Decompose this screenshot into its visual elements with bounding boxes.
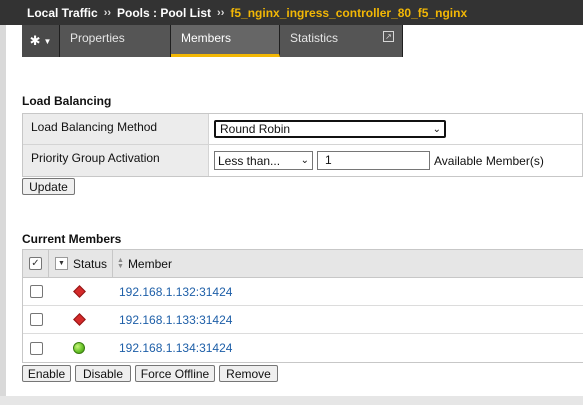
priority-group-select[interactable]: Less than... ⌄ bbox=[214, 151, 313, 170]
table-row: 192.168.1.134:31424 bbox=[23, 334, 583, 362]
chevron-down-icon: ⌄ bbox=[432, 123, 441, 135]
row-checkbox[interactable] bbox=[29, 341, 43, 355]
lb-method-select[interactable]: Round Robin ⌄ bbox=[214, 120, 446, 138]
offline-status-icon bbox=[72, 313, 86, 326]
tab-statistics[interactable]: Statistics ↗ bbox=[280, 25, 403, 57]
left-edge-strip bbox=[0, 25, 6, 405]
tab-properties[interactable]: Properties bbox=[60, 25, 171, 57]
breadcrumb-separator: ›› bbox=[103, 6, 112, 19]
disable-button[interactable]: Disable bbox=[75, 365, 131, 382]
tab-members[interactable]: Members bbox=[171, 25, 280, 57]
caret-down-icon: ▼ bbox=[43, 36, 52, 46]
member-actions: Enable Disable Force Offline Remove bbox=[22, 365, 278, 382]
status-column-header[interactable]: ▼ Status bbox=[49, 250, 113, 277]
header-select-cell: ✓ bbox=[23, 250, 49, 277]
lb-method-value: Round Robin bbox=[220, 122, 291, 136]
load-balancing-table: Load Balancing Method Round Robin ⌄ Prio… bbox=[22, 113, 583, 177]
popout-icon[interactable]: ↗ bbox=[383, 31, 394, 42]
lb-method-row: Load Balancing Method Round Robin ⌄ bbox=[23, 114, 582, 145]
breadcrumb-page[interactable]: Pools : Pool List bbox=[117, 6, 211, 20]
tab-bar: ✱ ▼ Properties Members Statistics ↗ bbox=[22, 25, 403, 57]
members-table: ✓ ▼ Status ▲ ▼ Member 192.168.1.132:31424… bbox=[22, 249, 583, 363]
priority-group-cell: Less than... ⌄ 1 Available Member(s) bbox=[209, 145, 582, 176]
table-row: 192.168.1.132:31424 bbox=[23, 278, 583, 306]
priority-group-select-value: Less than... bbox=[218, 153, 281, 168]
breadcrumb-separator: ›› bbox=[217, 6, 225, 19]
priority-group-count-input[interactable]: 1 bbox=[317, 151, 430, 170]
member-column-label: Member bbox=[127, 256, 172, 271]
member-column-header[interactable]: ▲ ▼ Member bbox=[113, 250, 583, 277]
sort-icon: ▲ ▼ bbox=[117, 256, 124, 270]
member-link[interactable]: 192.168.1.132:31424 bbox=[119, 285, 232, 299]
enable-button[interactable]: Enable bbox=[22, 365, 71, 382]
current-members-title: Current Members bbox=[22, 232, 122, 246]
remove-button[interactable]: Remove bbox=[219, 365, 278, 382]
row-checkbox[interactable] bbox=[29, 313, 43, 326]
breadcrumb: Local Traffic ›› Pools : Pool List ›› f5… bbox=[0, 0, 583, 25]
select-all-checkbox[interactable]: ✓ bbox=[29, 257, 42, 270]
members-table-header: ✓ ▼ Status ▲ ▼ Member bbox=[23, 250, 583, 278]
status-column-label: Status bbox=[73, 256, 108, 271]
tab-label: Statistics bbox=[290, 31, 339, 45]
available-members-label: Available Member(s) bbox=[434, 153, 544, 168]
tab-label: Members bbox=[181, 31, 232, 45]
gear-icon: ✱ bbox=[29, 33, 41, 48]
chevron-down-icon: ⌄ bbox=[300, 155, 309, 166]
lb-method-label: Load Balancing Method bbox=[23, 114, 209, 144]
bottom-edge-strip bbox=[0, 396, 583, 405]
offline-status-icon bbox=[72, 285, 86, 298]
lb-method-cell: Round Robin ⌄ bbox=[209, 114, 582, 144]
priority-group-label: Priority Group Activation bbox=[23, 145, 209, 176]
row-checkbox[interactable] bbox=[29, 285, 43, 298]
update-button[interactable]: Update bbox=[22, 178, 75, 195]
breadcrumb-current: f5_nginx_ingress_controller_80_f5_nginx bbox=[230, 5, 468, 20]
available-status-icon bbox=[73, 342, 85, 354]
tab-label: Properties bbox=[70, 31, 125, 45]
member-link[interactable]: 192.168.1.134:31424 bbox=[119, 341, 232, 355]
load-balancing-title: Load Balancing bbox=[22, 94, 112, 108]
force-offline-button[interactable]: Force Offline bbox=[135, 365, 215, 382]
priority-group-row: Priority Group Activation Less than... ⌄… bbox=[23, 145, 582, 176]
tab-settings-menu[interactable]: ✱ ▼ bbox=[22, 25, 60, 57]
status-filter-dropdown-icon[interactable]: ▼ bbox=[55, 257, 68, 270]
table-row: 192.168.1.133:31424 bbox=[23, 306, 583, 334]
member-link[interactable]: 192.168.1.133:31424 bbox=[119, 313, 232, 327]
breadcrumb-section[interactable]: Local Traffic bbox=[27, 6, 98, 20]
